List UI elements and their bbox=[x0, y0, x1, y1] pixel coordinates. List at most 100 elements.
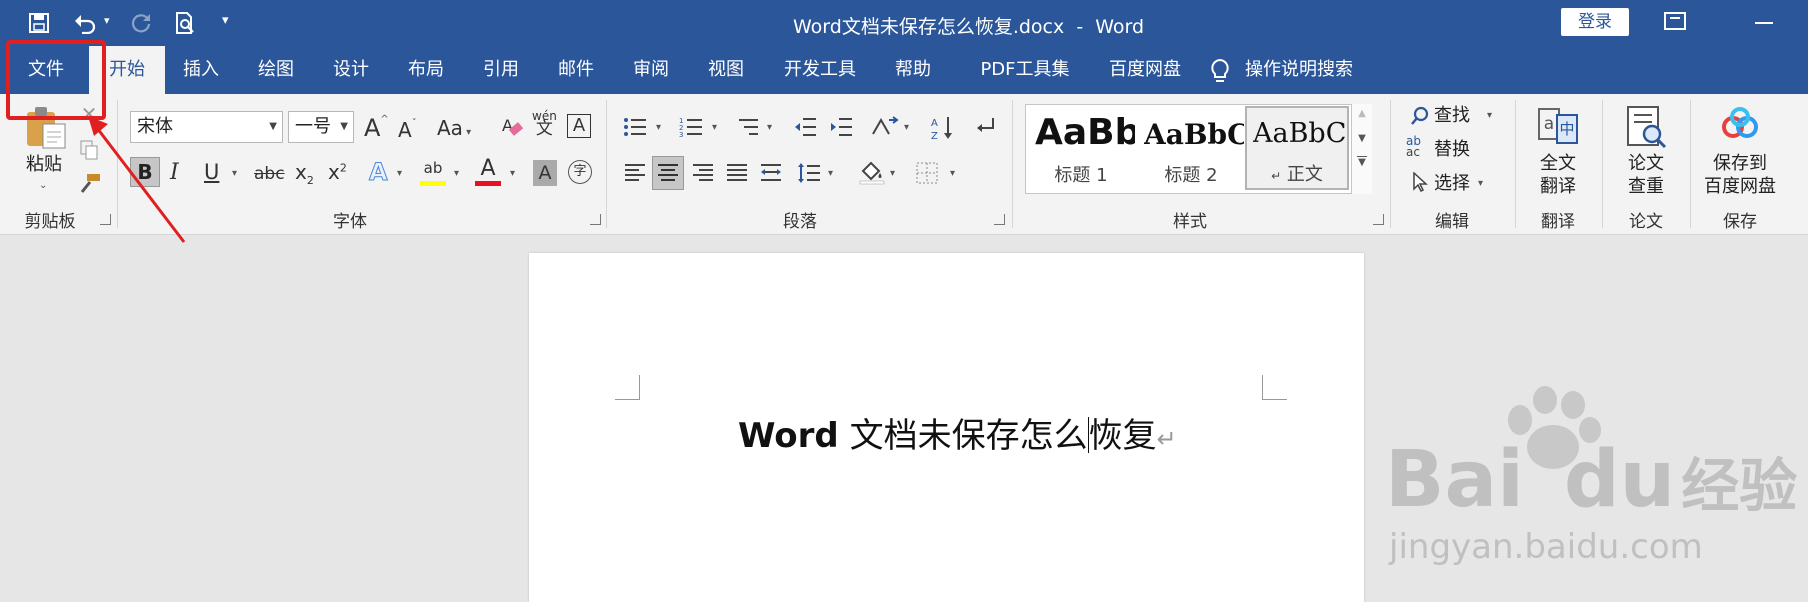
subscript-button[interactable]: x2 bbox=[295, 160, 314, 187]
tab-design[interactable]: 设计 bbox=[318, 46, 384, 94]
find-dropdown-icon[interactable]: ▾ bbox=[1487, 110, 1492, 121]
save-icon[interactable] bbox=[24, 8, 54, 38]
styles-more-icon[interactable]: ▼ bbox=[1357, 156, 1367, 168]
decrease-indent-icon[interactable] bbox=[792, 114, 818, 140]
multilevel-dropdown-icon[interactable]: ▾ bbox=[767, 122, 772, 133]
replace-icon[interactable]: ab ac bbox=[1406, 135, 1421, 158]
undo-icon[interactable] bbox=[70, 8, 100, 38]
character-border-button[interactable]: A bbox=[567, 114, 591, 138]
strikethrough-button[interactable]: abc bbox=[254, 164, 285, 184]
numbering-icon[interactable]: 123 bbox=[678, 114, 704, 140]
tab-draw[interactable]: 绘图 bbox=[243, 46, 309, 94]
select-button[interactable]: 选择 bbox=[1434, 172, 1470, 195]
chinese-layout-dropdown-icon[interactable]: ▾ bbox=[904, 122, 909, 133]
scroll-up-icon[interactable]: ▲ bbox=[1352, 108, 1372, 119]
full-text-translate-icon[interactable]: a 中 bbox=[1538, 104, 1578, 148]
shading-dropdown-icon[interactable]: ▾ bbox=[890, 168, 895, 179]
tab-references[interactable]: 引用 bbox=[468, 46, 534, 94]
tab-view[interactable]: 视图 bbox=[693, 46, 759, 94]
paste-button[interactable]: 粘贴 bbox=[16, 153, 72, 176]
highlight-dropdown-icon[interactable]: ▾ bbox=[454, 168, 459, 179]
shading-icon[interactable] bbox=[858, 158, 886, 186]
borders-icon[interactable] bbox=[914, 160, 940, 186]
distributed-icon[interactable] bbox=[758, 160, 784, 186]
change-case-button[interactable]: Aa ▾ bbox=[437, 116, 471, 140]
styles-launcher-icon[interactable] bbox=[1373, 214, 1384, 225]
login-button[interactable]: 登录 bbox=[1561, 8, 1629, 36]
paper-check-button[interactable]: 论文 查重 bbox=[1616, 152, 1676, 198]
show-formatting-marks-icon[interactable] bbox=[972, 114, 998, 140]
sort-icon[interactable]: AZ bbox=[930, 114, 956, 142]
align-right-icon[interactable] bbox=[690, 160, 716, 186]
tell-me-search[interactable]: 操作说明搜索 bbox=[1245, 46, 1375, 94]
enclose-characters-button[interactable]: 字 bbox=[568, 160, 592, 184]
paragraph-launcher-icon[interactable] bbox=[994, 214, 1005, 225]
clear-formatting-icon[interactable]: A bbox=[500, 114, 524, 140]
font-color-dropdown-icon[interactable]: ▾ bbox=[510, 168, 515, 179]
document-heading[interactable]: Word 文档未保存怎么恢复↵ bbox=[738, 408, 1177, 457]
print-preview-icon[interactable] bbox=[170, 8, 200, 38]
tab-baidu-netdisk[interactable]: 百度网盘 bbox=[1090, 46, 1200, 94]
translate-group-label: 翻译 bbox=[1541, 212, 1575, 232]
style-heading-1[interactable]: AaBb 标题 1 bbox=[1027, 106, 1135, 192]
tab-insert[interactable]: 插入 bbox=[168, 46, 234, 94]
full-text-translate-button[interactable]: 全文 翻译 bbox=[1528, 152, 1588, 198]
font-color-button[interactable]: A bbox=[475, 156, 501, 188]
shrink-font-button[interactable]: Aˇ bbox=[398, 118, 417, 142]
grow-font-button[interactable]: A^ bbox=[364, 114, 389, 142]
numbering-dropdown-icon[interactable]: ▾ bbox=[712, 122, 717, 133]
paper-check-icon[interactable] bbox=[1624, 104, 1668, 150]
underline-button[interactable]: U bbox=[204, 160, 219, 184]
find-button[interactable]: 查找 bbox=[1434, 104, 1470, 127]
watermark-brand: Bai du 经验 bbox=[1385, 435, 1797, 525]
highlight-button[interactable]: ab bbox=[420, 158, 446, 188]
scroll-down-icon[interactable]: ▼ bbox=[1352, 133, 1372, 144]
paste-dropdown-icon[interactable]: ⌄ bbox=[39, 180, 47, 191]
tab-pdf-tools[interactable]: PDF工具集 bbox=[960, 46, 1090, 94]
underline-dropdown-icon[interactable]: ▾ bbox=[232, 168, 237, 179]
text-effects-dropdown-icon[interactable]: ▾ bbox=[397, 168, 402, 179]
tab-developer[interactable]: 开发工具 bbox=[770, 46, 870, 94]
style-heading-2[interactable]: AaBbC 标题 2 bbox=[1137, 106, 1245, 192]
paragraph-mark-icon: ↵ bbox=[1156, 425, 1177, 453]
bullets-dropdown-icon[interactable]: ▾ bbox=[656, 122, 661, 133]
align-left-icon[interactable] bbox=[622, 160, 648, 186]
multilevel-list-icon[interactable] bbox=[734, 114, 760, 140]
superscript-button[interactable]: x2 bbox=[328, 160, 347, 184]
minimize-icon[interactable] bbox=[1755, 22, 1773, 24]
replace-button[interactable]: 替换 bbox=[1434, 138, 1470, 161]
chinese-layout-icon[interactable] bbox=[870, 114, 900, 140]
font-size-combo[interactable]: 一号 ▼ bbox=[288, 111, 354, 143]
redo-icon[interactable] bbox=[126, 8, 156, 38]
style-normal[interactable]: AaBbCc ↵ 正文 bbox=[1245, 106, 1349, 190]
tab-review[interactable]: 审阅 bbox=[618, 46, 684, 94]
tab-layout[interactable]: 布局 bbox=[393, 46, 459, 94]
tab-mailings[interactable]: 邮件 bbox=[543, 46, 609, 94]
baidu-netdisk-icon[interactable] bbox=[1718, 106, 1762, 144]
justify-icon[interactable] bbox=[724, 160, 750, 186]
ribbon-display-options-icon[interactable] bbox=[1664, 12, 1686, 30]
character-shading-button[interactable]: A bbox=[533, 160, 557, 186]
arrow-icon bbox=[88, 116, 186, 243]
save-to-netdisk-button[interactable]: 保存到 百度网盘 bbox=[1700, 152, 1780, 198]
font-group-label: 字体 bbox=[333, 212, 367, 232]
borders-dropdown-icon[interactable]: ▾ bbox=[950, 168, 955, 179]
lightbulb-icon[interactable] bbox=[1210, 58, 1230, 88]
phonetic-guide-button[interactable]: wén 文 bbox=[532, 110, 557, 138]
document-title: Word文档未保存怎么恢复.docx bbox=[793, 16, 1065, 38]
styles-scroll[interactable]: ▲ ▼ ▼ bbox=[1351, 104, 1372, 194]
align-center-icon[interactable] bbox=[652, 156, 684, 190]
font-launcher-icon[interactable] bbox=[590, 214, 601, 225]
group-divider bbox=[1012, 100, 1013, 228]
increase-indent-icon[interactable] bbox=[828, 114, 854, 140]
bullets-icon[interactable] bbox=[622, 114, 648, 140]
find-icon[interactable] bbox=[1410, 104, 1430, 128]
select-dropdown-icon[interactable]: ▾ bbox=[1478, 178, 1483, 189]
line-spacing-icon[interactable] bbox=[796, 160, 822, 186]
customize-qat-icon[interactable]: ▾ bbox=[222, 13, 229, 28]
line-spacing-dropdown-icon[interactable]: ▾ bbox=[828, 168, 833, 179]
text-effects-button[interactable]: A bbox=[369, 158, 389, 187]
tab-help[interactable]: 帮助 bbox=[878, 46, 948, 94]
undo-dropdown-icon[interactable]: ▾ bbox=[104, 14, 110, 27]
select-cursor-icon[interactable] bbox=[1410, 170, 1430, 194]
